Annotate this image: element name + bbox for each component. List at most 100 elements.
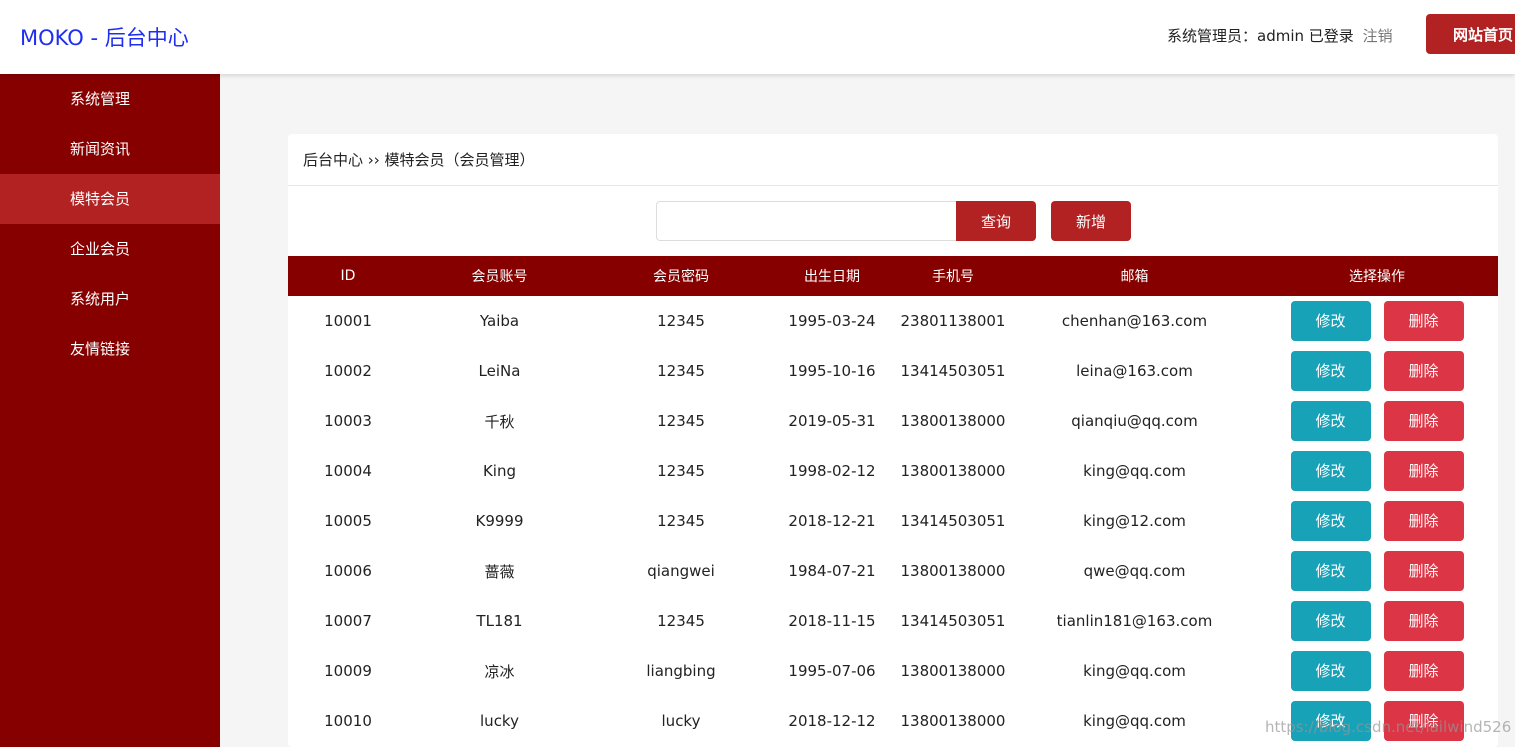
table-cell: 千秋 [484, 412, 515, 431]
table-header-row: ID 会员账号 会员密码 出生日期 手机号 邮箱 选择操作 [288, 256, 1498, 296]
row-actions: 修改 删除 [1256, 396, 1498, 446]
table-row: 10009 凉冰 liangbing 1995-07-06 13800138000 kin… [288, 646, 1498, 696]
member-table: ID 会员账号 会员密码 出生日期 手机号 邮箱 选择操作 10001 Yaiba 12345 1… [288, 256, 1498, 746]
add-button[interactable]: 新增 [1051, 201, 1131, 241]
table-cell: 10007 [324, 612, 372, 630]
sidebar-item[interactable]: 系统管理 [0, 74, 220, 124]
logout-link[interactable]: 注销 [1363, 27, 1393, 45]
table-cell: 13800138000 [900, 562, 1006, 580]
table-cell: 10009 [324, 662, 372, 680]
row-actions: 修改 删除 [1256, 646, 1498, 696]
delete-button[interactable]: 删除 [1383, 551, 1464, 591]
table-cell: 1984-07-21 [788, 562, 876, 580]
column-header: 会员密码 [653, 269, 709, 285]
table-cell: King [482, 462, 517, 480]
column-header: ID [340, 268, 356, 284]
top-header: MOKO - 后台中心 系统管理员：admin 已登录 注销 网站首页 [0, 0, 1515, 74]
table-cell: king@qq.com [1083, 662, 1186, 680]
table-cell: qiangwei [647, 562, 715, 580]
column-header: 邮箱 [1120, 269, 1149, 285]
sidebar: 系统管理 新闻资讯 模特会员 企业会员 系统用户 友情链接 [0, 74, 220, 747]
table-cell: 13414503051 [900, 512, 1006, 530]
query-button[interactable]: 查询 [956, 201, 1036, 241]
row-actions: 修改 删除 [1256, 446, 1498, 496]
table-cell: king@12.com [1083, 512, 1186, 530]
table-cell: lucky [480, 712, 519, 730]
column-header: 出生日期 [804, 269, 860, 285]
edit-button[interactable]: 修改 [1290, 351, 1371, 391]
user-status: 系统管理员：admin 已登录 注销 [1167, 25, 1393, 46]
table-row: 10001 Yaiba 12345 1995-03-24 23801138001 chen… [288, 296, 1498, 346]
table-cell: 1995-10-16 [788, 362, 876, 380]
table-cell: 12345 [657, 612, 705, 630]
sidebar-item[interactable]: 系统用户 [0, 274, 220, 324]
table-cell: 1995-03-24 [788, 312, 876, 330]
delete-button[interactable]: 删除 [1383, 401, 1464, 441]
table-cell: 10005 [324, 512, 372, 530]
sidebar-item[interactable]: 新闻资讯 [0, 124, 220, 174]
delete-button[interactable]: 删除 [1383, 501, 1464, 541]
table-cell: 12345 [657, 512, 705, 530]
table-cell: 2018-11-15 [788, 612, 876, 630]
table-cell: Yaiba [479, 312, 520, 330]
row-actions: 修改 删除 [1256, 346, 1498, 396]
table-row: 10006 蔷薇 qiangwei 1984-07-21 13800138000 qwe@… [288, 546, 1498, 596]
table-cell: qwe@qq.com [1083, 562, 1186, 580]
edit-button[interactable]: 修改 [1290, 551, 1371, 591]
table-cell: LeiNa [478, 362, 521, 380]
table-cell: liangbing [646, 662, 716, 680]
table-cell: king@qq.com [1083, 462, 1186, 480]
table-cell: 10002 [324, 362, 372, 380]
table-cell: 10010 [324, 712, 372, 730]
main-panel: 后台中心 ›› 模特会员（会员管理） 查询 新增 ID 会员账号 会员密码 出生日期 手… [288, 134, 1498, 747]
sidebar-item[interactable]: 企业会员 [0, 224, 220, 274]
table-cell: 13800138000 [900, 412, 1006, 430]
edit-button[interactable]: 修改 [1290, 301, 1371, 341]
table-cell: king@qq.com [1083, 712, 1186, 730]
edit-button[interactable]: 修改 [1290, 651, 1371, 691]
table-cell: qianqiu@qq.com [1071, 412, 1198, 430]
edit-button[interactable]: 修改 [1290, 501, 1371, 541]
search-input[interactable] [656, 201, 957, 241]
site-home-button[interactable]: 网站首页 [1426, 14, 1515, 54]
table-cell: 1998-02-12 [788, 462, 876, 480]
table-cell: 蔷薇 [484, 562, 515, 581]
edit-button[interactable]: 修改 [1290, 601, 1371, 641]
table-body: 10001 Yaiba 12345 1995-03-24 23801138001 chen… [288, 296, 1498, 746]
delete-button[interactable]: 删除 [1383, 351, 1464, 391]
table-row: 10005 K9999 12345 2018-12-21 13414503051 king… [288, 496, 1498, 546]
edit-button[interactable]: 修改 [1290, 451, 1371, 491]
delete-button[interactable]: 删除 [1383, 451, 1464, 491]
table-row: 10002 LeiNa 12345 1995-10-16 13414503051 lein… [288, 346, 1498, 396]
table-row: 10007 TL181 12345 2018-11-15 13414503051 tian… [288, 596, 1498, 646]
table-cell: 10001 [324, 312, 372, 330]
table-cell: 13800138000 [900, 662, 1006, 680]
table-cell: 12345 [657, 362, 705, 380]
table-cell: 23801138001 [900, 312, 1006, 330]
breadcrumb: 后台中心 ›› 模特会员（会员管理） [288, 134, 1498, 186]
table-cell: 2019-05-31 [788, 412, 876, 430]
table-cell: 13800138000 [900, 712, 1006, 730]
table-cell: lucky [661, 712, 701, 730]
delete-button[interactable]: 删除 [1383, 601, 1464, 641]
row-actions: 修改 删除 [1256, 496, 1498, 546]
row-actions: 修改 删除 [1256, 596, 1498, 646]
table-cell: 12345 [657, 462, 705, 480]
table-cell: 凉冰 [484, 662, 515, 681]
table-cell: 10004 [324, 462, 372, 480]
delete-button[interactable]: 删除 [1383, 651, 1464, 691]
table-row: 10004 King 12345 1998-02-12 13800138000 king@… [288, 446, 1498, 496]
user-status-text: 系统管理员：admin 已登录 [1167, 27, 1354, 45]
column-header: 手机号 [932, 269, 974, 285]
table-cell: TL181 [476, 612, 523, 630]
table-cell: 2018-12-12 [788, 712, 876, 730]
column-header: 选择操作 [1349, 269, 1405, 285]
table-cell: 13414503051 [900, 612, 1006, 630]
sidebar-item[interactable]: 友情链接 [0, 324, 220, 374]
edit-button[interactable]: 修改 [1290, 401, 1371, 441]
brand-title[interactable]: MOKO - 后台中心 [20, 22, 189, 52]
row-actions: 修改 删除 [1256, 546, 1498, 596]
delete-button[interactable]: 删除 [1383, 301, 1464, 341]
column-header: 会员账号 [471, 269, 528, 285]
sidebar-item[interactable]: 模特会员 [0, 174, 220, 224]
